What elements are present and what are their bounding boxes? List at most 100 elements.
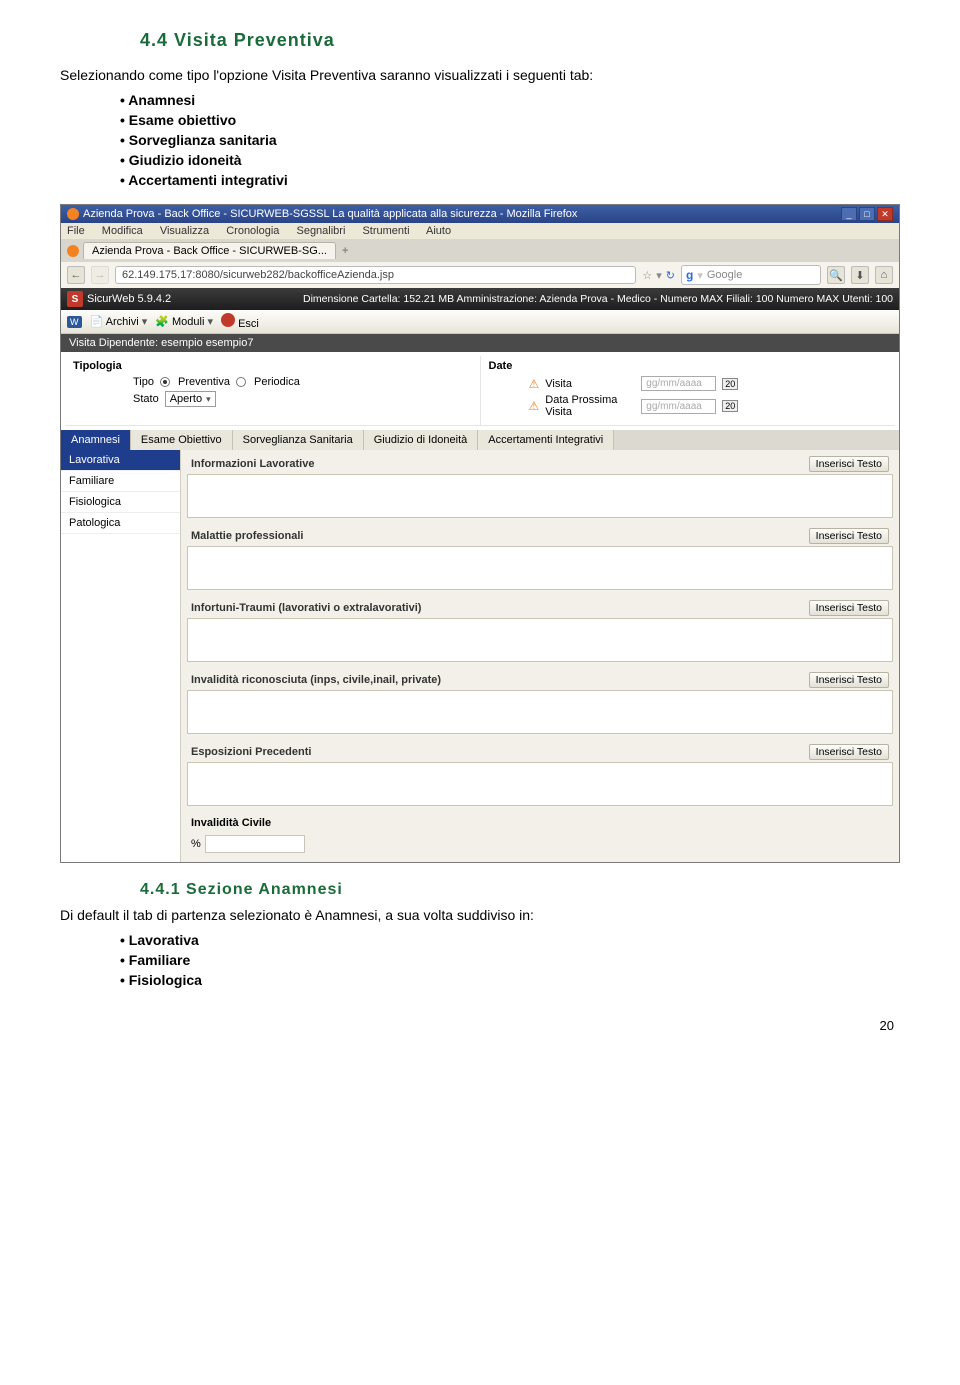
block-informazioni-lavorative-label: Informazioni Lavorative <box>191 458 314 470</box>
tab-favicon-icon <box>67 245 79 257</box>
inserisci-testo-button[interactable]: Inserisci Testo <box>809 528 889 544</box>
breadcrumb: Visita Dipendente: esempio esempio7 <box>61 334 899 352</box>
tab-accertamenti-integrativi[interactable]: Accertamenti Integrativi <box>478 430 614 450</box>
bookmark-icon[interactable]: ☆ <box>642 269 652 282</box>
dropdown-icon[interactable]: ▾ <box>656 269 662 282</box>
stato-select[interactable]: Aperto <box>165 391 216 407</box>
browser-addressbar: ← → 62.149.175.17:8080/sicurweb282/backo… <box>61 262 899 288</box>
radio-preventiva-label: Preventiva <box>178 376 230 388</box>
inserisci-testo-button[interactable]: Inserisci Testo <box>809 744 889 760</box>
intro-text: Selezionando come tipo l'opzione Visita … <box>60 65 900 86</box>
tab-esame-obiettivo[interactable]: Esame Obiettivo <box>131 430 233 450</box>
radio-periodica-label: Periodica <box>254 376 300 388</box>
calendar-icon[interactable]: 20 <box>722 378 738 390</box>
radio-preventiva[interactable] <box>160 377 170 387</box>
inserisci-testo-button[interactable]: Inserisci Testo <box>809 600 889 616</box>
screenshot-window: Azienda Prova - Back Office - SICURWEB-S… <box>60 204 900 863</box>
reload-icon[interactable]: ↻ <box>666 269 675 282</box>
block-malattie-professionali-label: Malattie professionali <box>191 530 303 542</box>
panel-tipologia-title: Tipologia <box>73 360 472 372</box>
list-item: Sorveglianza sanitaria <box>120 132 900 148</box>
toolbar-word-icon[interactable]: W <box>67 316 82 328</box>
subtab-patologica[interactable]: Patologica <box>61 513 180 534</box>
window-title: Azienda Prova - Back Office - SICURWEB-S… <box>83 208 577 220</box>
textarea-informazioni-lavorative[interactable] <box>187 474 893 518</box>
textarea-malattie-professionali[interactable] <box>187 546 893 590</box>
main-tabs: Anamnesi Esame Obiettivo Sorveglianza Sa… <box>61 430 899 450</box>
tab-giudizio-idoneita[interactable]: Giudizio di Idoneità <box>364 430 479 450</box>
maximize-button[interactable]: □ <box>859 207 875 221</box>
bullet-list-2: Lavorativa Familiare Fisiologica <box>120 932 900 988</box>
search-placeholder: Google <box>707 269 742 281</box>
home-icon[interactable]: ⌂ <box>875 266 893 284</box>
subtab-list: Lavorativa Familiare Fisiologica Patolog… <box>61 450 181 862</box>
menu-tools[interactable]: Strumenti <box>362 225 409 237</box>
page-number: 20 <box>60 1018 900 1033</box>
menu-history[interactable]: Cronologia <box>226 225 279 237</box>
menu-help[interactable]: Aiuto <box>426 225 451 237</box>
menu-edit[interactable]: Modifica <box>102 225 143 237</box>
visita-date-input[interactable]: gg/mm/aaaa <box>641 376 716 391</box>
forward-button[interactable]: → <box>91 266 109 284</box>
outro-text: Di default il tab di partenza selezionat… <box>60 905 900 926</box>
section-title: 4.4 Visita Preventiva <box>140 30 900 51</box>
search-go-icon[interactable]: 🔍 <box>827 266 845 284</box>
list-item: Lavorativa <box>120 932 900 948</box>
url-input[interactable]: 62.149.175.17:8080/sicurweb282/backoffic… <box>115 266 636 284</box>
block-esposizioni-precedenti-label: Esposizioni Precedenti <box>191 746 311 758</box>
visita-label: Visita <box>545 378 635 390</box>
toolbar-archivi[interactable]: 📄 Archivi <box>90 315 148 328</box>
warning-icon: ⚠ <box>529 399 540 413</box>
app-status-text: Dimensione Cartella: 152.21 MB Amministr… <box>303 293 893 305</box>
app-toolbar: W 📄 Archivi 🧩 Moduli Esci <box>61 310 899 334</box>
google-icon: g <box>686 268 693 282</box>
subsection-title: 4.4.1 Sezione Anamnesi <box>140 881 900 899</box>
download-icon[interactable]: ⬇ <box>851 266 869 284</box>
app-header-bar: S SicurWeb 5.9.4.2 Dimensione Cartella: … <box>61 288 899 310</box>
tab-sorveglianza-sanitaria[interactable]: Sorveglianza Sanitaria <box>233 430 364 450</box>
app-logo-icon: S <box>67 291 83 307</box>
subtab-fisiologica[interactable]: Fisiologica <box>61 492 180 513</box>
textarea-invalidita-riconosciuta[interactable] <box>187 690 893 734</box>
browser-menubar: File Modifica Visualizza Cronologia Segn… <box>61 223 899 239</box>
list-item: Accertamenti integrativi <box>120 172 900 188</box>
block-invalidita-riconosciuta-label: Invalidità riconosciuta (inps, civile,in… <box>191 674 441 686</box>
menu-view[interactable]: Visualizza <box>160 225 209 237</box>
block-infortuni-traumi-label: Infortuni-Traumi (lavorativi o extralavo… <box>191 602 421 614</box>
firefox-icon <box>67 208 79 220</box>
app-name: SicurWeb 5.9.4.2 <box>87 293 171 305</box>
percent-label: % <box>191 838 201 850</box>
radio-periodica[interactable] <box>236 377 246 387</box>
menu-bookmarks[interactable]: Segnalibri <box>296 225 345 237</box>
toolbar-moduli[interactable]: 🧩 Moduli <box>155 315 213 328</box>
back-button[interactable]: ← <box>67 266 85 284</box>
list-item: Giudizio idoneità <box>120 152 900 168</box>
tipo-label: Tipo <box>133 376 154 388</box>
textarea-infortuni-traumi[interactable] <box>187 618 893 662</box>
list-item: Fisiologica <box>120 972 900 988</box>
menu-file[interactable]: File <box>67 225 85 237</box>
tab-anamnesi[interactable]: Anamnesi <box>61 430 131 450</box>
invalidita-civile-label: Invalidità Civile <box>191 817 271 829</box>
inserisci-testo-button[interactable]: Inserisci Testo <box>809 456 889 472</box>
browser-tab[interactable]: Azienda Prova - Back Office - SICURWEB-S… <box>83 242 336 259</box>
inserisci-testo-button[interactable]: Inserisci Testo <box>809 672 889 688</box>
prossima-date-input[interactable]: gg/mm/aaaa <box>641 399 716 414</box>
prossima-label: Data Prossima Visita <box>545 394 635 418</box>
bullet-list-1: Anamnesi Esame obiettivo Sorveglianza sa… <box>120 92 900 188</box>
textarea-esposizioni-precedenti[interactable] <box>187 762 893 806</box>
browser-tabbar: Azienda Prova - Back Office - SICURWEB-S… <box>61 239 899 262</box>
search-input[interactable]: g ▾ Google <box>681 265 821 285</box>
content-panel: Informazioni Lavorative Inserisci Testo … <box>181 450 899 862</box>
warning-icon: ⚠ <box>529 377 540 391</box>
list-item: Anamnesi <box>120 92 900 108</box>
toolbar-esci[interactable]: Esci <box>221 313 259 330</box>
calendar-icon[interactable]: 20 <box>722 400 738 412</box>
list-item: Esame obiettivo <box>120 112 900 128</box>
subtab-lavorativa[interactable]: Lavorativa <box>61 450 180 471</box>
close-button[interactable]: ✕ <box>877 207 893 221</box>
new-tab-button[interactable]: + <box>342 245 348 257</box>
invalidita-civile-input[interactable] <box>205 835 305 853</box>
subtab-familiare[interactable]: Familiare <box>61 471 180 492</box>
minimize-button[interactable]: _ <box>841 207 857 221</box>
